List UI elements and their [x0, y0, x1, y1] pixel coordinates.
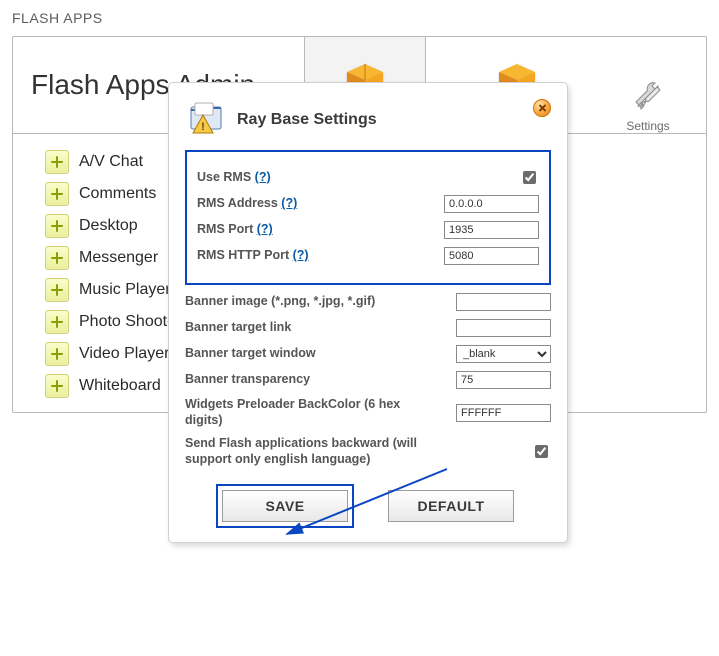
banner-window-select[interactable]: _blank [456, 345, 551, 363]
save-button[interactable]: SAVE [222, 490, 348, 522]
use-rms-label: Use RMS [197, 170, 251, 184]
folder-warning-icon: ! [185, 99, 227, 140]
help-link[interactable]: (?) [255, 170, 271, 184]
close-icon[interactable] [533, 99, 551, 117]
settings-label: Settings [626, 119, 669, 133]
tab-settings[interactable]: Settings [608, 79, 688, 133]
plus-icon [45, 310, 69, 334]
rms-address-label: RMS Address [197, 196, 278, 210]
help-link[interactable]: (?) [293, 248, 309, 262]
rms-http-port-label: RMS HTTP Port [197, 248, 289, 262]
send-backward-label: Send Flash applications backward (will s… [185, 436, 451, 467]
plus-icon [45, 278, 69, 302]
app-label: Music Player [79, 281, 171, 299]
ray-base-settings-dialog: ! Ray Base Settings Use RMS (?) RMS Addr… [168, 82, 568, 543]
default-button[interactable]: DEFAULT [388, 490, 514, 522]
plus-icon [45, 374, 69, 398]
banner-image-input[interactable] [456, 293, 551, 311]
rms-group: Use RMS (?) RMS Address (?) RMS Port (?)… [185, 150, 551, 285]
plus-icon [45, 182, 69, 206]
plus-icon [45, 150, 69, 174]
section-title: FLASH APPS [12, 10, 707, 26]
app-label: Comments [79, 185, 156, 203]
send-backward-checkbox[interactable] [535, 445, 548, 458]
wrench-icon [631, 79, 665, 113]
banner-link-label: Banner target link [185, 320, 451, 336]
app-label: Desktop [79, 217, 138, 235]
app-label: Whiteboard [79, 377, 161, 395]
help-link[interactable]: (?) [257, 222, 273, 236]
banner-transparency-label: Banner transparency [185, 372, 451, 388]
app-label: Photo Shooter [79, 313, 181, 331]
banner-transparency-input[interactable] [456, 371, 551, 389]
plus-icon [45, 342, 69, 366]
plus-icon [45, 246, 69, 270]
use-rms-checkbox[interactable] [523, 171, 536, 184]
preloader-backcolor-label: Widgets Preloader BackColor (6 hex digit… [185, 397, 451, 428]
app-label: Video Player [79, 345, 169, 363]
help-link[interactable]: (?) [281, 196, 297, 210]
rms-port-label: RMS Port [197, 222, 253, 236]
dialog-title: Ray Base Settings [237, 111, 377, 129]
app-label: Messenger [79, 249, 158, 267]
rms-port-input[interactable] [444, 221, 539, 239]
banner-link-input[interactable] [456, 319, 551, 337]
banner-image-label: Banner image (*.png, *.jpg, *.gif) [185, 294, 451, 310]
plus-icon [45, 214, 69, 238]
banner-window-label: Banner target window [185, 346, 451, 362]
app-label: A/V Chat [79, 153, 143, 171]
rms-address-input[interactable] [444, 195, 539, 213]
svg-text:!: ! [201, 121, 205, 133]
rms-http-port-input[interactable] [444, 247, 539, 265]
preloader-backcolor-input[interactable] [456, 404, 551, 422]
